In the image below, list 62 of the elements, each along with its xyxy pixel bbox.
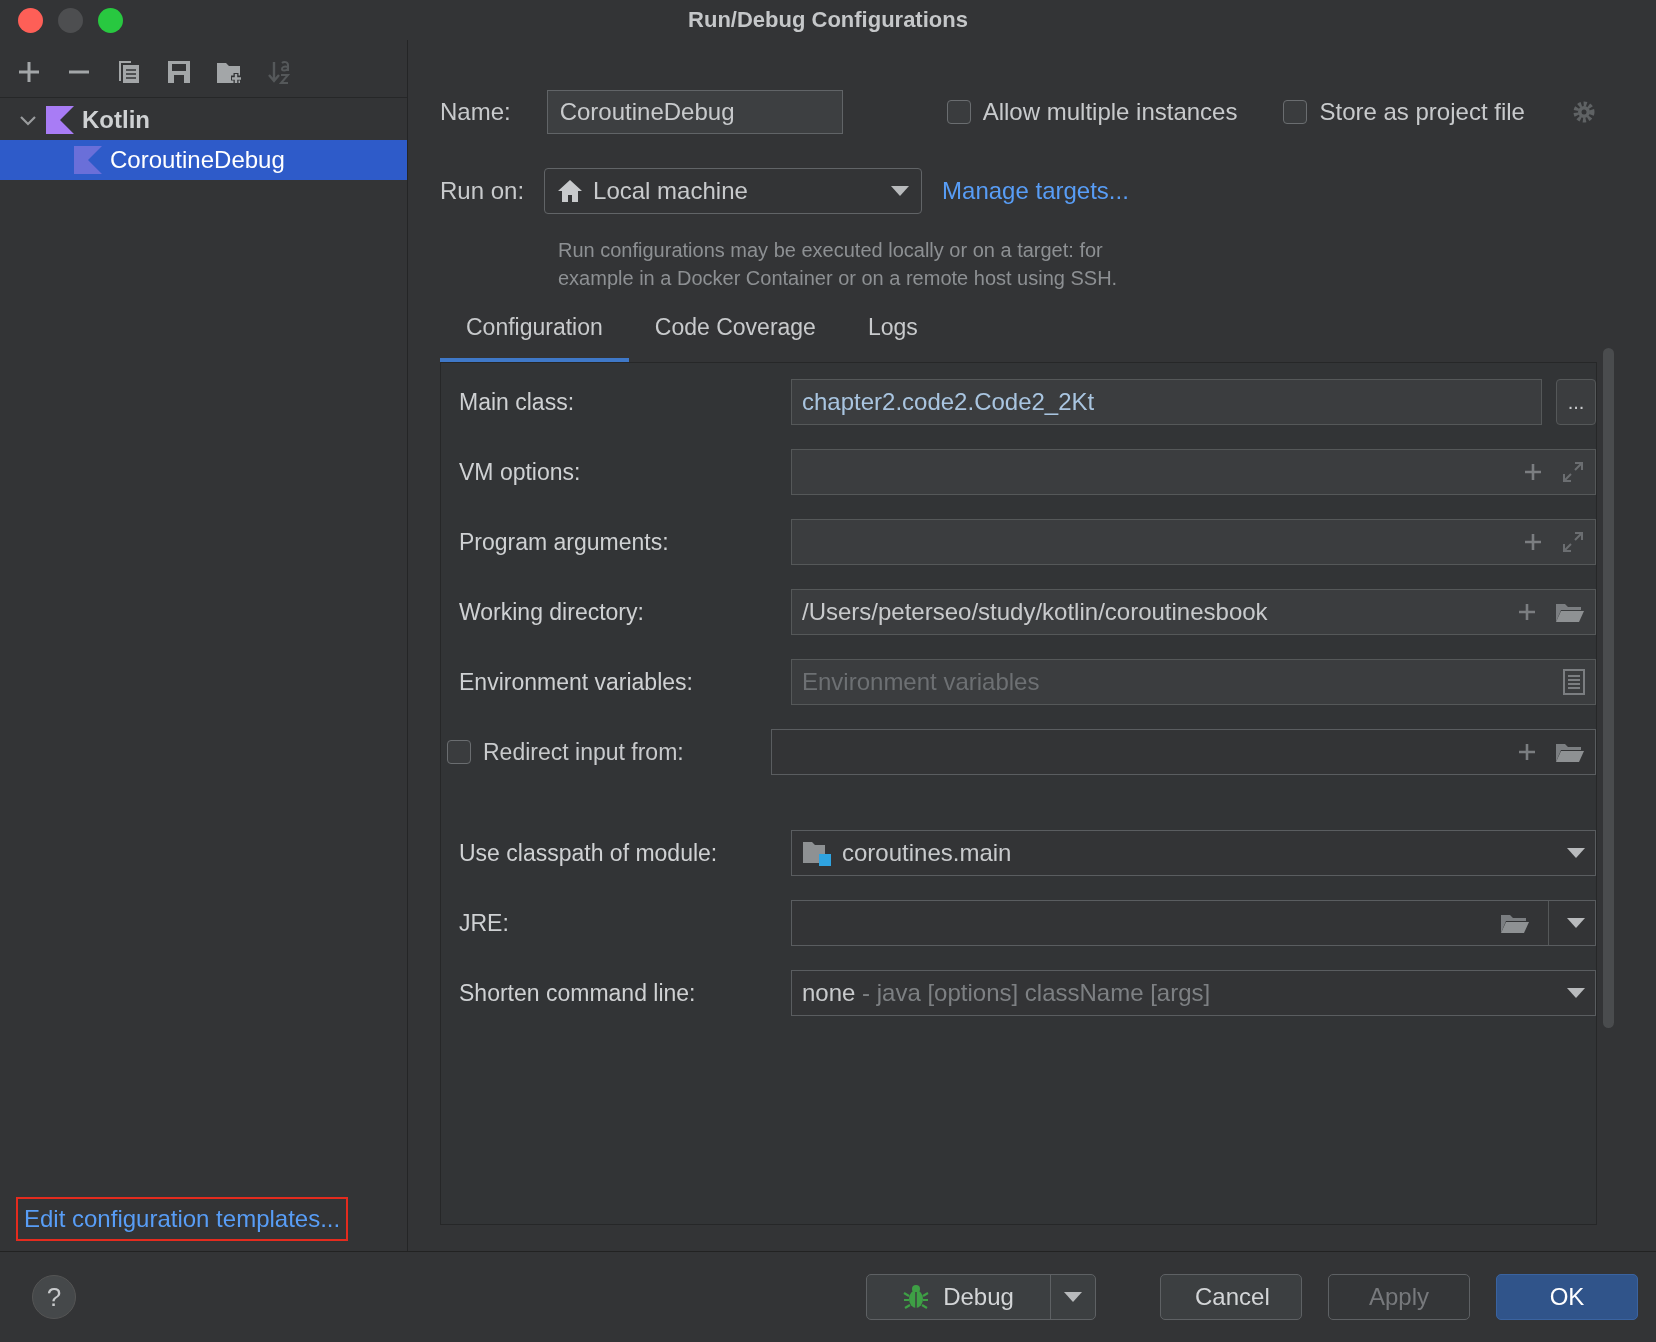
module-icon: [802, 840, 832, 866]
caret-icon: [1567, 918, 1585, 928]
option-checkbox[interactable]: Store as project file: [1283, 98, 1525, 126]
tree-label: CoroutineDebug: [110, 146, 285, 174]
caret-icon: [891, 186, 910, 196]
folder-icon: [1555, 741, 1585, 763]
field-label: Main class:: [459, 388, 576, 416]
field-label: Program arguments:: [459, 528, 670, 556]
main-class-field[interactable]: chapter2.code2.Code2_2Kt: [791, 379, 1542, 425]
field-label: Environment variables:: [459, 668, 694, 696]
debug-button[interactable]: Debug: [866, 1274, 1096, 1320]
caret-icon: [1567, 848, 1585, 858]
input-field[interactable]: [791, 449, 1596, 495]
run-on-label: Run on:: [440, 177, 525, 205]
option-checkbox[interactable]: Allow multiple instances: [946, 98, 1238, 126]
close-button[interactable]: [18, 8, 43, 33]
name-field[interactable]: CoroutineDebug: [546, 90, 843, 134]
ok-button[interactable]: OK: [1496, 1274, 1638, 1320]
dialog-button[interactable]: Cancel: [1160, 1274, 1302, 1320]
input-field[interactable]: [791, 519, 1596, 565]
scrollbar[interactable]: [1603, 348, 1614, 1028]
kotlin-logo-icon: [46, 106, 74, 134]
tree-item[interactable]: Kotlin: [0, 100, 407, 140]
plus-icon: [1517, 742, 1537, 762]
field-label: VM options:: [459, 458, 582, 486]
kotlin-logo-icon: [74, 146, 102, 174]
directory-field[interactable]: /Users/peterseo/study/kotlin/coroutinesbook: [791, 589, 1596, 635]
module-dropdown[interactable]: coroutines.main: [791, 830, 1596, 876]
templates-link[interactable]: Edit configuration templates...: [16, 1197, 349, 1241]
document-icon: [1563, 669, 1585, 695]
help-button[interactable]: ?: [32, 1275, 76, 1319]
caret-icon: [1064, 1292, 1082, 1302]
bug-icon: [903, 1283, 930, 1311]
zoom-button[interactable]: [98, 8, 123, 33]
tree-item[interactable]: CoroutineDebug: [0, 140, 407, 180]
manage-targets-link[interactable]: Manage targets...: [942, 177, 1129, 205]
caret-icon: [1567, 988, 1585, 998]
input-field[interactable]: [771, 729, 1596, 775]
name-label: Name:: [440, 98, 511, 126]
save-icon[interactable]: [166, 58, 192, 85]
plus-icon: [1523, 462, 1543, 482]
run-on-dropdown[interactable]: Local machine: [544, 168, 923, 214]
redirect-checkbox[interactable]: Redirect input from:: [441, 738, 754, 766]
folder-icon: [1500, 912, 1530, 934]
plus-icon: [1517, 602, 1537, 622]
field-label: Shorten command line:: [459, 979, 697, 1007]
folder-icon: [1555, 601, 1585, 623]
tab[interactable]: Logs: [841, 296, 944, 362]
tree-label: Kotlin: [82, 106, 150, 134]
field-label: JRE:: [459, 909, 510, 937]
browse-button[interactable]: ...: [1556, 379, 1596, 425]
field-label: Working directory:: [459, 598, 645, 626]
expand-icon: [1561, 460, 1585, 484]
home-icon: [557, 179, 584, 203]
expand-icon: [1561, 530, 1585, 554]
window-title: Run/Debug Configurations: [688, 7, 968, 33]
hint-text: Run configurations may be executed locally or on a target: for example in a Docker Container or on a remote host using SSH.: [558, 238, 1119, 291]
tab[interactable]: Code Coverage: [628, 296, 842, 362]
field-label: Use classpath of module:: [459, 839, 719, 867]
shorten-dropdown[interactable]: none - java [options] className [args]: [791, 970, 1596, 1016]
plus-icon: [1523, 532, 1543, 552]
copy-icon[interactable]: [116, 58, 142, 85]
